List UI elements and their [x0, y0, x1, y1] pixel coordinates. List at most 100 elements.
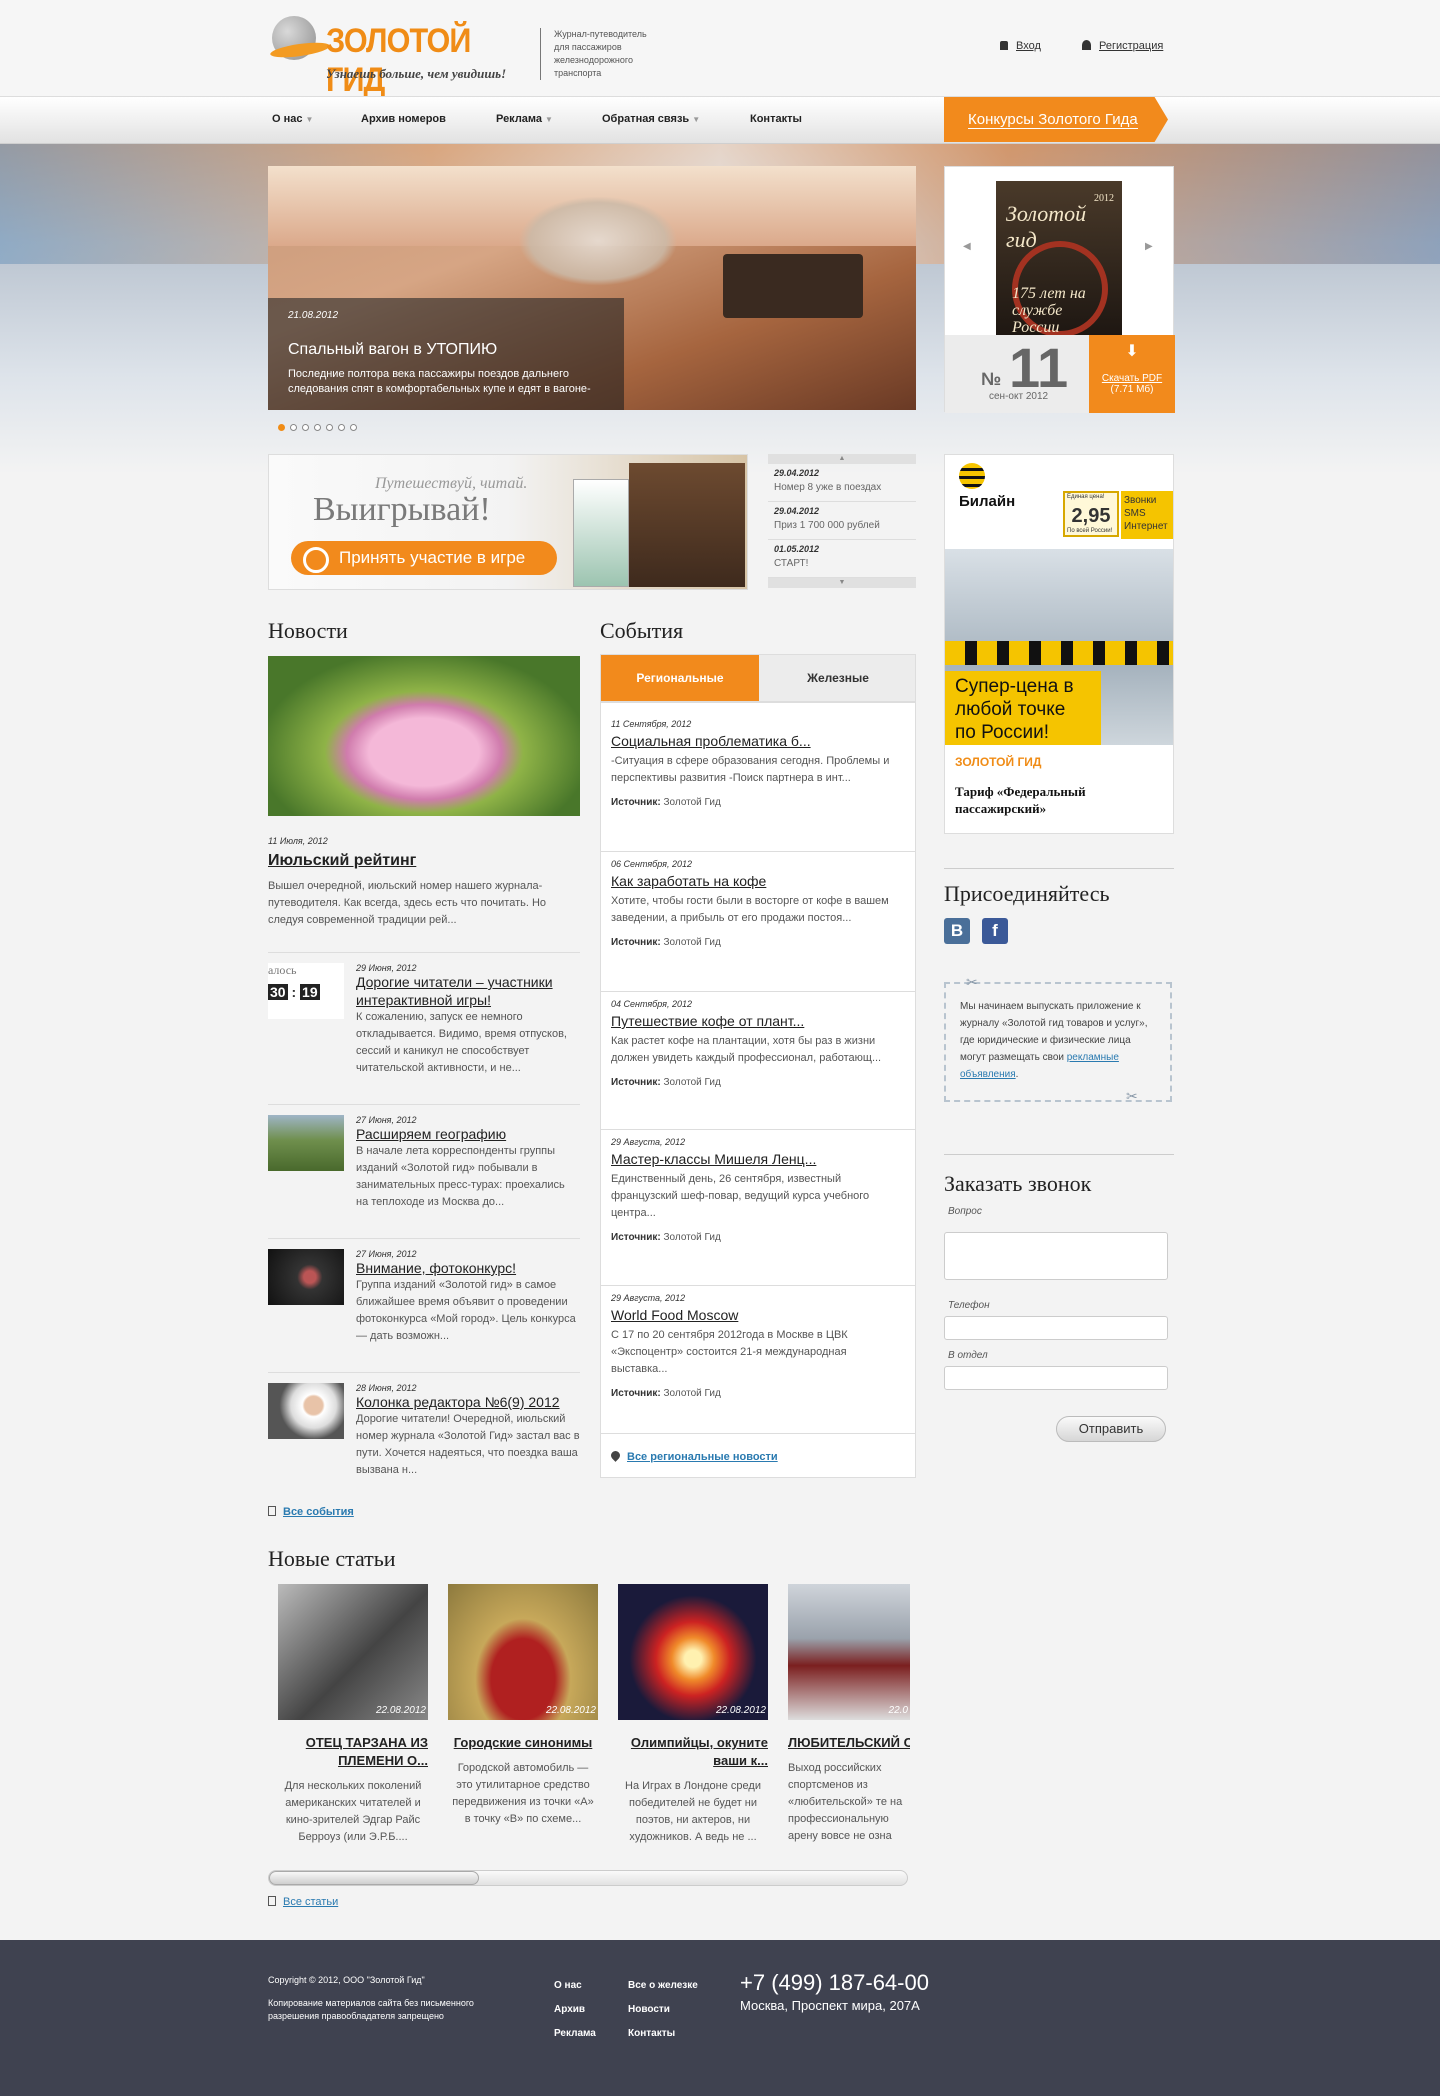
site-logo[interactable]: ЗОЛОТОЙ ГИД Узнаешь больше, чем увидишь!	[269, 16, 540, 99]
department-input[interactable]	[944, 1366, 1168, 1390]
ticker-item[interactable]: 29.04.2012 Приз 1 700 000 рублей	[768, 502, 916, 540]
logo-slogan: Узнаешь больше, чем увидишь!	[326, 66, 507, 81]
join-game-button[interactable]: Принять участие в игре	[291, 541, 557, 575]
footer-link[interactable]: Все о железке	[628, 1974, 698, 1998]
all-articles-label: Все статьи	[283, 1896, 339, 1908]
event-text: Хотите, чтобы гости были в восторге от к…	[611, 895, 889, 924]
slider-dot[interactable]	[314, 424, 321, 431]
contest-label: Конкурсы Золотого Гида	[968, 111, 1138, 129]
magazine-cover[interactable]: Золотой гид 2012 175 лет на службе Росси…	[996, 181, 1122, 337]
footer-link[interactable]: Новости	[628, 1998, 698, 2022]
footer-link[interactable]: Реклама	[554, 2022, 596, 2046]
scrollbar-thumb[interactable]	[269, 1871, 479, 1885]
event-title-link[interactable]: Мастер-классы Мишеля Ленц...	[611, 1151, 905, 1167]
event-source: Источник: Золотой Гид	[611, 797, 905, 808]
event-title-link[interactable]: Социальная проблематика б...	[611, 733, 905, 749]
articles-scrollbar[interactable]	[268, 1870, 908, 1886]
scroll-up-icon[interactable]: ▲	[768, 454, 916, 464]
slider-dot[interactable]	[350, 424, 357, 431]
slider-dot[interactable]	[302, 424, 309, 431]
ticker-list: ▲ 29.04.2012 Номер 8 уже в поездах 29.04.…	[768, 454, 916, 590]
ticker-text: СТАРТ!	[774, 558, 809, 569]
nav-item-ads[interactable]: Реклама ▼	[496, 113, 553, 125]
nav-item-feedback[interactable]: Обратная связь ▼	[602, 113, 700, 125]
question-label: Вопрос	[948, 1206, 982, 1217]
nav-item-about[interactable]: О нас ▼	[272, 113, 313, 125]
news-date: 27 Июня, 2012	[356, 1249, 417, 1259]
magazine-thumbnail	[573, 479, 629, 587]
tab-railway[interactable]: Железные	[759, 655, 917, 701]
game-banner[interactable]: Путешествуй, читай. Выигрывай! Принять у…	[268, 454, 748, 590]
slider-dot[interactable]	[278, 424, 285, 431]
nav-item-archive[interactable]: Архив номеров	[361, 113, 446, 125]
ticker-item[interactable]: 01.05.2012 СТАРТ!	[768, 540, 916, 578]
all-regional-news-link[interactable]: Все региональные новости	[609, 1449, 778, 1463]
event-title-link[interactable]: Путешествие кофе от плант...	[611, 1013, 905, 1029]
chevron-left-icon[interactable]: ◀	[963, 241, 971, 252]
news-title-link[interactable]: Колонка редактора №6(9) 2012	[356, 1393, 580, 1411]
ticker-item[interactable]: 29.04.2012 Номер 8 уже в поездах	[768, 464, 916, 502]
event-text: Как растет кофе на плантации, хотя бы ра…	[611, 1035, 882, 1064]
event-title-link[interactable]: World Food Moscow	[611, 1307, 905, 1323]
chevron-right-icon[interactable]: ▶	[1145, 241, 1153, 252]
source-value: Золотой Гид	[663, 1077, 721, 1088]
news-text: В начале лета корреспонденты группы изда…	[356, 1145, 565, 1208]
article-title-link[interactable]: Олимпийцы, окуните ваши к...	[618, 1734, 768, 1770]
vk-icon[interactable]: В	[944, 918, 970, 944]
news-thumb-landscape[interactable]	[268, 1115, 344, 1171]
scroll-down-icon[interactable]: ▼	[768, 578, 916, 588]
slider-dot[interactable]	[326, 424, 333, 431]
news-title-link[interactable]: Внимание, фотоконкурс!	[356, 1259, 580, 1277]
events-heading: События	[600, 618, 684, 643]
user-icon	[1082, 40, 1091, 50]
news-timer-thumb[interactable]: алось 30 : 19	[268, 963, 344, 1019]
event-title-link[interactable]: Как заработать на кофе	[611, 873, 905, 889]
news-thumb-photographer[interactable]	[268, 1249, 344, 1305]
article-image[interactable]: 22.08.2012	[618, 1584, 768, 1720]
tab-regional[interactable]: Региональные	[601, 655, 759, 701]
slider-dot[interactable]	[290, 424, 297, 431]
footer-address: Москва, Проспект мира, 207А	[740, 1998, 920, 2013]
send-button[interactable]: Отправить	[1056, 1416, 1166, 1442]
news-title-link[interactable]: Июльский рейтинг	[268, 852, 580, 870]
footer-link[interactable]: Архив	[554, 1998, 596, 2022]
issue-no-sign: №	[981, 369, 1002, 389]
contest-button[interactable]: Конкурсы Золотого Гида	[944, 97, 1168, 142]
login-link[interactable]: Вход	[1000, 40, 1041, 52]
footer-link[interactable]: Контакты	[628, 2022, 698, 2046]
events-tabs: Региональные Железные	[600, 654, 916, 702]
list-item: 27 Июня, 2012 Расширяем географию В нача…	[268, 1104, 580, 1238]
article-title-link[interactable]: ОТЕЦ ТАРЗАНА ИЗ ПЛЕМЕНИ О...	[278, 1734, 428, 1770]
ticker-text: Приз 1 700 000 рублей	[774, 520, 880, 531]
news-title-link[interactable]: Дорогие читатели – участники интерактивн…	[356, 973, 580, 1009]
nav-item-contacts[interactable]: Контакты	[750, 113, 802, 125]
news-main-image[interactable]	[268, 656, 580, 816]
footer-link[interactable]: О нас	[554, 1974, 596, 1998]
cover-year: 2012	[1094, 193, 1114, 204]
slider-dot[interactable]	[338, 424, 345, 431]
news-date: 29 Июня, 2012	[356, 963, 417, 973]
phone-input[interactable]	[944, 1316, 1168, 1340]
register-label: Регистрация	[1099, 40, 1164, 52]
beeline-ad[interactable]: Билайн Единая цена! 2,95 По всей России!…	[944, 454, 1174, 834]
news-title-link[interactable]: Расширяем географию	[356, 1125, 580, 1143]
hero-slider[interactable]: 21.08.2012 Спальный вагон в УТОПИЮ После…	[268, 166, 916, 410]
slide-caption[interactable]: 21.08.2012 Спальный вагон в УТОПИЮ После…	[268, 298, 624, 410]
facebook-icon[interactable]: f	[982, 918, 1008, 944]
question-textarea[interactable]	[944, 1232, 1168, 1280]
news-thumb-editor[interactable]	[268, 1383, 344, 1439]
all-articles-link[interactable]: Все статьи	[268, 1896, 338, 1908]
download-pdf-button[interactable]: ⬇ Скачать PDF (7.71 Мб)	[1089, 335, 1175, 413]
all-events-link[interactable]: Все события	[268, 1506, 354, 1518]
event-date: 06 Сентября, 2012	[611, 859, 692, 869]
download-label: Скачать PDF	[1101, 373, 1163, 384]
article-image[interactable]: 22.08.2012	[278, 1584, 428, 1720]
list-item: алось 30 : 19 29 Июня, 2012 Дорогие чита…	[268, 952, 580, 1104]
register-link[interactable]: Регистрация	[1082, 40, 1163, 52]
article-image[interactable]: 22.0	[788, 1584, 910, 1720]
source-label: Источник:	[611, 1077, 661, 1088]
article-image[interactable]: 22.08.2012	[448, 1584, 598, 1720]
article-title-link[interactable]: Городские синонимы	[448, 1734, 598, 1752]
article-title-link[interactable]: ЛЮБИТЕЛЬСКИЙ СПОРТ – Э	[788, 1734, 910, 1752]
callback-section: Заказать звонок	[944, 1154, 1174, 1197]
